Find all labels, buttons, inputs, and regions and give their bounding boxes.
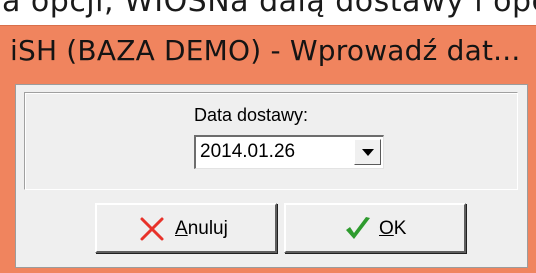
dialog-window: iSH (BAZA DEMO) - Wprowadź dat... Data d… xyxy=(0,25,536,273)
date-panel: Data dostawy: 2014.01.26 xyxy=(24,92,518,190)
chevron-down-icon xyxy=(362,149,374,156)
delivery-date-combobox[interactable]: 2014.01.26 xyxy=(194,135,384,169)
delivery-date-label: Data dostawy: xyxy=(194,105,309,125)
title-bar[interactable]: iSH (BAZA DEMO) - Wprowadź dat... xyxy=(0,26,536,86)
checkmark-icon xyxy=(346,217,370,239)
background-window-strip: a opcji, WIOSNa daią dostawy i opcją xyxy=(0,0,536,26)
delivery-date-value[interactable]: 2014.01.26 xyxy=(200,141,295,163)
ok-button[interactable]: OK xyxy=(284,203,466,253)
cancel-button-label: Anuluj xyxy=(175,218,228,239)
window-title: iSH (BAZA DEMO) - Wprowadź dat... xyxy=(10,34,521,67)
dropdown-button[interactable] xyxy=(354,139,381,165)
cancel-button[interactable]: Anuluj xyxy=(95,203,277,253)
ok-button-label: OK xyxy=(379,218,407,239)
dialog-client-area: Data dostawy: 2014.01.26 Anuluj OK xyxy=(15,84,528,268)
close-icon xyxy=(140,217,164,241)
background-text: a opcji, WIOSNa daią dostawy i opcją xyxy=(2,0,536,19)
